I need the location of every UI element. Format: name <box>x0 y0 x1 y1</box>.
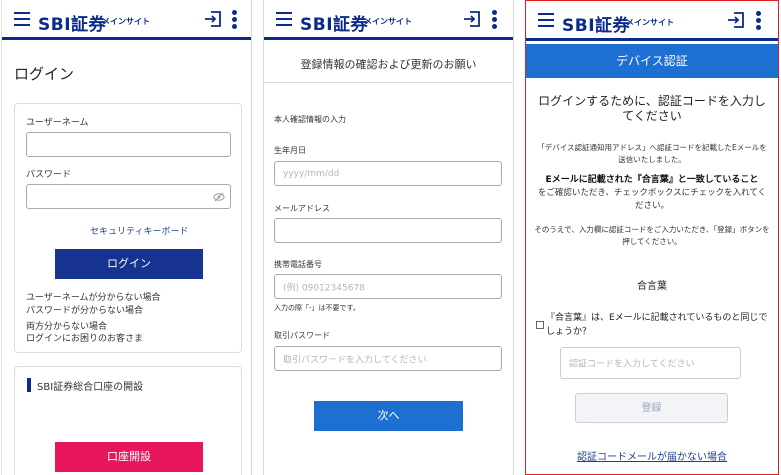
logo[interactable]: SBI証券 <box>300 10 368 35</box>
checkbox-instruction: をご確認いただき、チェックボックスにチェックを入れてください。 <box>537 188 767 211</box>
register-button[interactable]: 登録 <box>575 393 728 423</box>
site-label: メインサイト <box>102 17 150 26</box>
password-input[interactable] <box>26 184 231 209</box>
login-panel: SBI証券 メインサイト ログイン ユーザーネーム パスワード セキュリティキー… <box>1 0 252 475</box>
logo[interactable]: SBI証券 <box>38 10 106 35</box>
passphrase-emphasis: Eメールに記載された『合言葉』と一致していること <box>545 175 759 185</box>
more-icon[interactable] <box>756 11 762 31</box>
more-icon[interactable] <box>232 10 238 30</box>
phone-input[interactable]: (例) 09012345678 <box>274 274 502 299</box>
open-account-button[interactable]: 口座開設 <box>55 442 203 472</box>
forgot-username-link[interactable]: ユーザーネームが分からない場合 <box>26 290 161 303</box>
forgot-password-link[interactable]: パスワードが分からない場合 <box>26 303 143 316</box>
code-instruction: そのうえで、入力欄に認証コードをご入力いただき、「登録」ボタンを押してください。 <box>534 225 770 246</box>
header: SBI証券 メインサイト <box>526 1 778 41</box>
device-auth-panel: SBI証券 メインサイト デバイス認証 ログインするために、認証コードを入力して… <box>525 0 779 475</box>
username-label: ユーザーネーム <box>26 118 89 128</box>
trade-password-placeholder: 取引パスワードを入力してください <box>283 355 427 365</box>
hamburger-menu-icon[interactable] <box>538 13 554 27</box>
open-account-card: SBI証券総合口座の開設 口座開設 <box>14 366 242 475</box>
birthdate-placeholder: yyyy/mm/dd <box>283 168 340 179</box>
security-keyboard-link[interactable]: セキュリティキーボード <box>90 224 188 237</box>
birthdate-input[interactable]: yyyy/mm/dd <box>274 161 502 186</box>
email-input[interactable] <box>274 218 502 243</box>
birthdate-label: 生年月日 <box>274 146 306 155</box>
passphrase-label: 合言葉 <box>637 281 667 292</box>
trade-password-label: 取引パスワード <box>274 331 330 340</box>
header: SBI証券 メインサイト <box>2 0 251 40</box>
login-icon[interactable] <box>463 10 481 28</box>
logo[interactable]: SBI証券 <box>562 11 630 36</box>
username-input[interactable] <box>26 132 231 157</box>
login-icon[interactable] <box>204 10 222 28</box>
hamburger-menu-icon[interactable] <box>276 12 292 26</box>
auth-code-input[interactable]: 認証コードを入力してください <box>560 347 741 379</box>
hamburger-menu-icon[interactable] <box>14 12 30 26</box>
login-card: ユーザーネーム パスワード セキュリティキーボード ログイン ユーザーネームが分… <box>14 103 242 353</box>
passphrase-checkbox[interactable] <box>536 321 544 329</box>
login-icon[interactable] <box>727 11 745 29</box>
update-info-panel: SBI証券 メインサイト 登録情報の確認および更新のお願い 本人確認情報の入力 … <box>263 0 514 475</box>
next-button[interactable]: 次へ <box>314 401 463 431</box>
section-marker <box>27 378 31 392</box>
header: SBI証券 メインサイト <box>264 0 513 40</box>
site-label: メインサイト <box>364 17 412 26</box>
email-label: メールアドレス <box>274 204 330 213</box>
page-title: 登録情報の確認および更新のお願い <box>300 58 477 71</box>
password-label: パスワード <box>26 170 72 180</box>
site-label: メインサイト <box>626 18 674 27</box>
no-email-link[interactable]: 認証コードメールが届かない場合 <box>526 448 778 463</box>
divider <box>264 82 513 83</box>
page-heading: ログインするために、認証コードを入力してください <box>538 94 766 123</box>
page-title: ログイン <box>14 65 75 83</box>
eye-slash-icon[interactable] <box>213 192 225 202</box>
login-button[interactable]: ログイン <box>55 249 203 279</box>
page-banner: デバイス認証 <box>526 44 778 78</box>
auth-code-placeholder: 認証コードを入力してください <box>569 359 695 370</box>
open-account-title: SBI証券総合口座の開設 <box>37 382 144 393</box>
phone-placeholder: (例) 09012345678 <box>283 283 365 293</box>
phone-label: 携帯電話番号 <box>274 260 322 269</box>
phone-note: 入力の際「-」は不要です。 <box>274 304 360 312</box>
more-icon[interactable] <box>492 10 498 30</box>
sent-notice: 「デバイス認証通知用アドレス」へ認証コードを記載したEメールを送信いたしました。 <box>537 143 767 164</box>
section-heading: 本人確認情報の入力 <box>274 115 346 124</box>
passphrase-checkbox-label[interactable]: 『合言葉』は、Eメールに記載されているものと同じでしょうか？ <box>546 311 770 339</box>
trade-password-input[interactable]: 取引パスワードを入力してください <box>274 346 502 371</box>
login-help-link[interactable]: ログインにお困りのお客さま <box>26 331 143 344</box>
